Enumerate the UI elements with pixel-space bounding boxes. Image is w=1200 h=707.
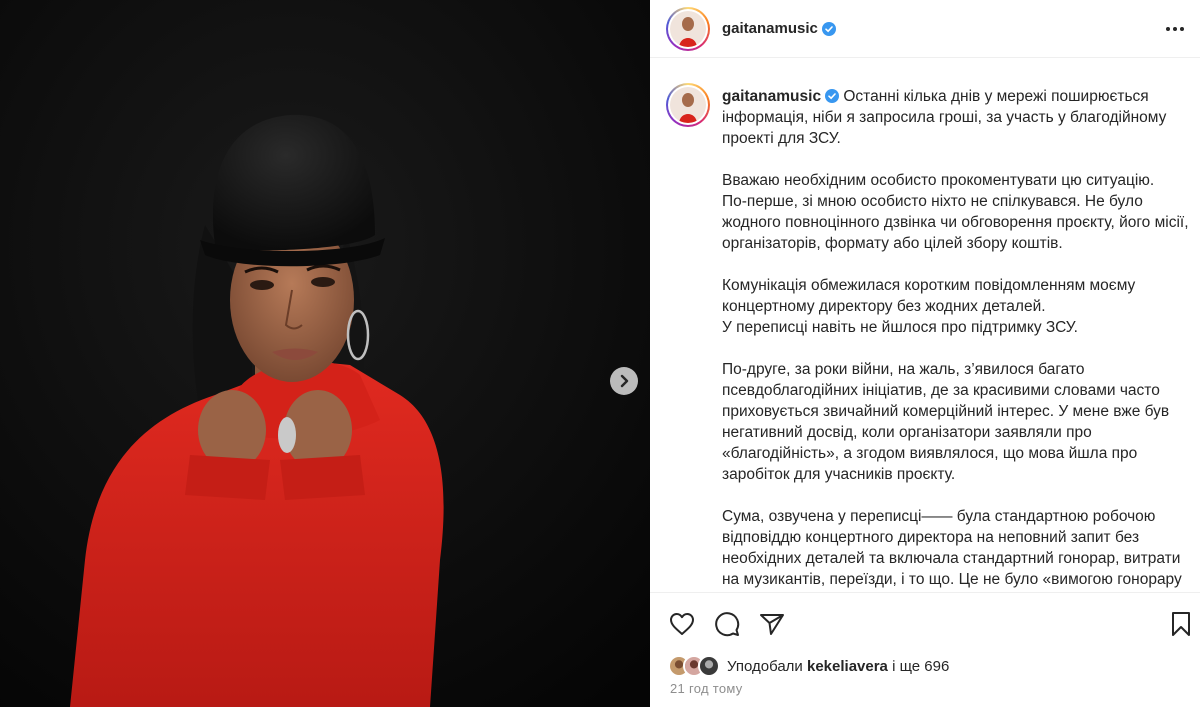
caption-author-avatar[interactable] — [666, 83, 710, 127]
post-photo — [0, 0, 650, 707]
bookmark-icon — [1172, 612, 1190, 636]
paper-plane-icon — [760, 614, 784, 635]
post-timestamp[interactable]: 21 год тому — [670, 681, 743, 696]
likes-prefix: Уподобали — [727, 657, 807, 675]
avatar-image — [670, 87, 706, 123]
next-photo-button[interactable] — [610, 367, 638, 395]
comment-button[interactable] — [712, 609, 742, 639]
save-button[interactable] — [1166, 609, 1196, 639]
liker-username[interactable]: kekeliavera — [807, 658, 888, 675]
like-button[interactable] — [667, 609, 697, 639]
verified-badge-icon — [825, 89, 840, 103]
more-options-button[interactable] — [1164, 18, 1186, 40]
post-caption: gaitanamusic Останні кілька днів у мереж… — [722, 86, 1192, 592]
caption-username[interactable]: gaitanamusic — [722, 88, 821, 105]
author-username[interactable]: gaitanamusic — [722, 20, 818, 37]
likes-text: Уподобали kekeliavera і ще 696 — [727, 658, 949, 675]
post-media[interactable] — [0, 0, 650, 707]
heart-icon — [670, 613, 694, 635]
avatar-image — [670, 10, 706, 47]
verified-badge-icon — [821, 21, 836, 36]
chevron-right-icon — [620, 374, 629, 388]
comment-icon — [715, 612, 740, 637]
likes-summary[interactable]: Уподобали kekeliavera і ще 696 — [668, 655, 949, 677]
caption-scroll-area[interactable]: gaitanamusic Останні кілька днів у мереж… — [650, 59, 1200, 592]
share-button[interactable] — [757, 609, 787, 639]
more-horizontal-icon — [1166, 27, 1184, 31]
post-header: gaitanamusic — [650, 0, 1200, 58]
likes-count[interactable]: і ще 696 — [888, 658, 949, 675]
post-side-panel: gaitanamusic gaitanamusic Останні кілька… — [650, 0, 1200, 707]
liker-avatar — [698, 655, 720, 677]
caption-text: Останні кілька днів у мережі поширюється… — [722, 88, 1189, 588]
author-avatar[interactable] — [666, 6, 710, 51]
post-actions: Уподобали kekeliavera і ще 696 21 год то… — [650, 592, 1200, 707]
